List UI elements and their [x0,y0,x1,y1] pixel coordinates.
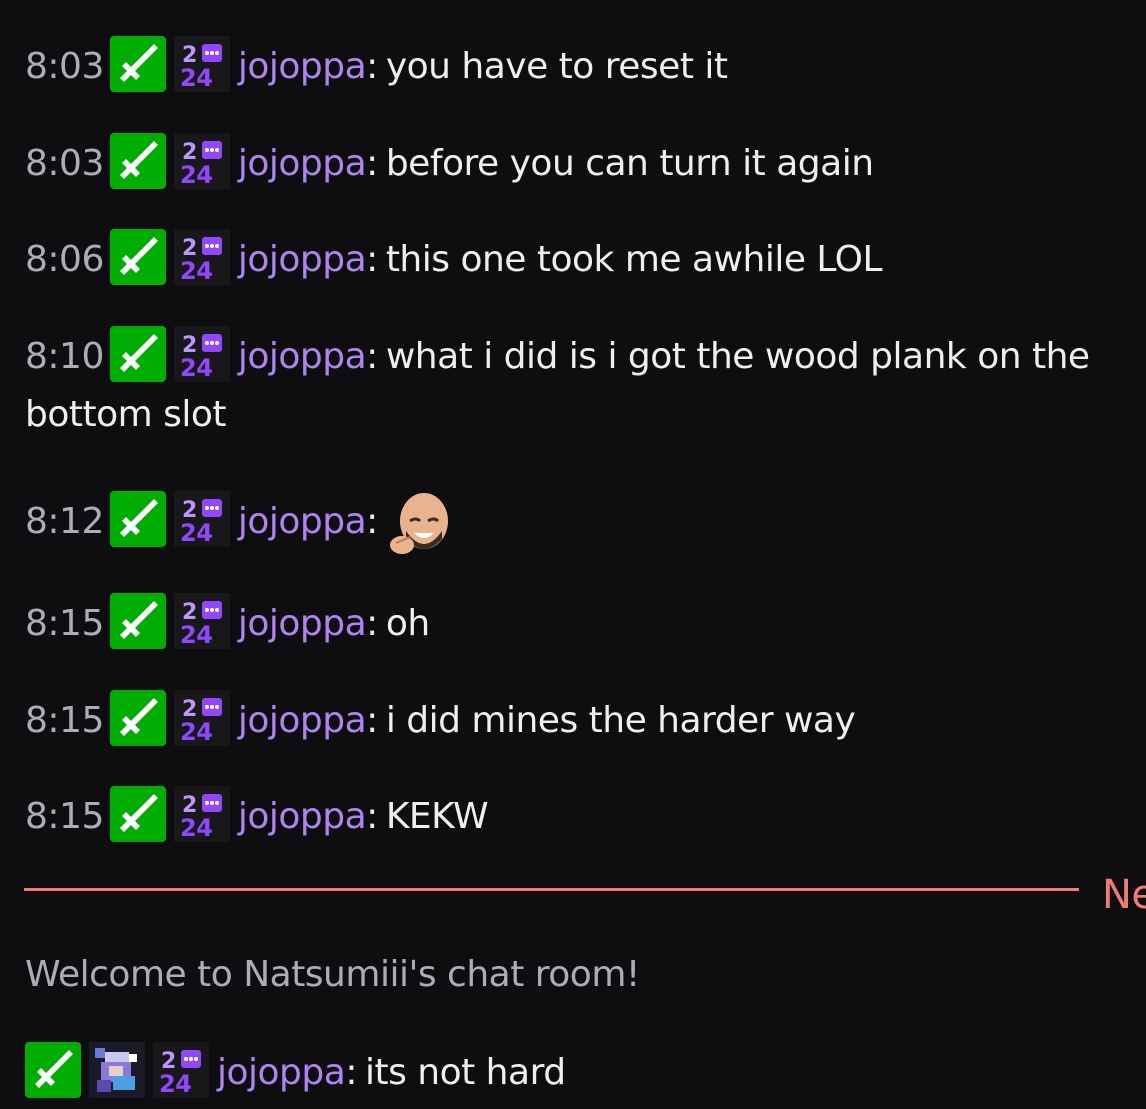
colon: : [345,1052,357,1093]
2024-badge-icon[interactable]: 2 24 [173,133,230,189]
svg-text:24: 24 [180,354,212,382]
chat-message[interactable]: 8:03 2 24 jojoppa: before you can turn it ag… [25,133,1130,193]
new-messages-divider [24,888,1079,891]
2024-badge-icon[interactable]: 2 24 [173,593,230,649]
colon: : [366,603,378,644]
chat-message[interactable]: 8:03 2 24 jojoppa: you have to reset it [25,36,1130,96]
timestamp: 8:15 [25,603,104,644]
timestamp: 8:12 [25,501,104,542]
message-text: before you can turn it again [385,143,874,184]
username[interactable]: jojoppa [238,46,367,87]
sword-icon[interactable] [109,593,166,649]
2024-badge-icon[interactable]: 2 24 [173,491,230,547]
anime-badge-icon[interactable] [89,1042,145,1098]
message-text: you have to reset it [385,46,728,87]
message-text: this one took me awhile LOL [385,239,883,280]
username[interactable]: jojoppa [238,143,367,184]
svg-text:24: 24 [180,161,212,189]
svg-text:24: 24 [180,814,212,842]
message-text: its not hard [364,1052,566,1093]
2024-badge-icon[interactable]: 2 24 [173,326,230,382]
colon: : [366,336,378,377]
colon: : [366,501,378,542]
chat-message[interactable]: 8:15 2 24 jojoppa: KEKW [25,786,1130,846]
2024-badge-icon[interactable]: 2 24 [153,1042,209,1098]
welcome-message: Welcome to Natsumiii's chat room! [25,954,640,995]
timestamp: 8:15 [25,700,104,741]
colon: : [366,796,378,837]
timestamp: 8:06 [25,239,104,280]
2024-badge-icon[interactable]: 2 24 [173,690,230,746]
sword-icon[interactable] [109,36,166,92]
chat-message[interactable]: 2 24 jojoppa: its not hard [25,1042,1130,1102]
username[interactable]: jojoppa [238,501,367,542]
sword-icon[interactable] [109,326,166,382]
laughing-man-emote[interactable] [386,487,458,559]
colon: : [366,239,378,280]
svg-text:24: 24 [180,519,212,547]
svg-text:24: 24 [180,257,212,285]
timestamp: 8:03 [25,46,104,87]
timestamp: 8:10 [25,336,104,377]
chat-message[interactable]: 8:06 2 24 jojoppa: this one took me awhile L… [25,229,1130,289]
chat-pane: 8:03 2 24 jojoppa: you have to reset it 8:03… [0,0,1146,1109]
sword-icon[interactable] [109,690,166,746]
sword-icon[interactable] [109,786,166,842]
svg-text:24: 24 [180,621,212,649]
chat-message[interactable]: 8:15 2 24 jojoppa: oh [25,593,1130,653]
colon: : [366,700,378,741]
username[interactable]: jojoppa [238,603,367,644]
sword-icon[interactable] [25,1042,81,1098]
sword-icon[interactable] [109,229,166,285]
svg-text:24: 24 [159,1070,191,1098]
svg-text:24: 24 [180,64,212,92]
2024-badge-icon[interactable]: 2 24 [173,786,230,842]
username[interactable]: jojoppa [217,1052,346,1093]
timestamp: 8:03 [25,143,104,184]
username[interactable]: jojoppa [238,796,367,837]
username[interactable]: jojoppa [238,239,367,280]
colon: : [366,143,378,184]
timestamp: 8:15 [25,796,104,837]
svg-text:24: 24 [180,718,212,746]
sword-icon[interactable] [109,133,166,189]
message-text: oh [385,603,430,644]
2024-badge-icon[interactable]: 2 24 [173,229,230,285]
username[interactable]: jojoppa [238,336,367,377]
chat-message[interactable]: 8:10 2 24 jojoppa: what i did is i got the w… [25,326,1130,444]
sword-icon[interactable] [109,491,166,547]
chat-message[interactable]: 8:15 2 24 jojoppa: i did mines the harder wa… [25,690,1130,750]
colon: : [366,46,378,87]
new-messages-label: Ne [1102,872,1146,918]
2024-badge-icon[interactable]: 2 24 [173,36,230,92]
message-text: KEKW [385,796,489,837]
chat-message[interactable]: 8:12 2 24 jojoppa: [25,487,1130,559]
message-text: i did mines the harder way [385,700,856,741]
username[interactable]: jojoppa [238,700,367,741]
